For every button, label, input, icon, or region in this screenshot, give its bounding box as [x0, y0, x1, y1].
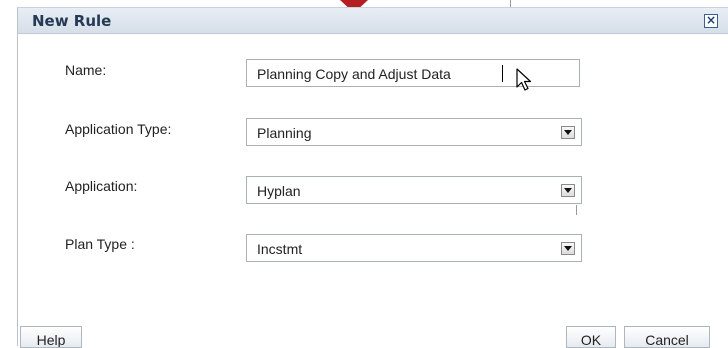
application-type-label: Application Type: [65, 121, 172, 137]
close-icon[interactable]: × [704, 14, 718, 28]
application-type-select[interactable]: Planning [246, 118, 582, 146]
application-label: Application: [65, 178, 138, 194]
application-select[interactable]: Hyplan [246, 176, 582, 204]
name-input-value: Planning Copy and Adjust Data [257, 66, 451, 82]
application-type-value: Planning [257, 125, 312, 141]
chevron-down-icon[interactable] [561, 242, 575, 255]
application-value: Hyplan [257, 183, 301, 199]
chevron-down-icon[interactable] [561, 184, 575, 197]
dialog-title: New Rule [32, 12, 112, 30]
chevron-down-icon[interactable] [561, 126, 575, 139]
background-divider-small [576, 205, 577, 215]
dialog-titlebar: New Rule × [18, 8, 728, 34]
plan-type-label: Plan Type : [65, 236, 135, 252]
text-caret [502, 65, 503, 82]
name-label: Name: [65, 62, 107, 78]
plan-type-value: Incstmt [257, 241, 303, 257]
plan-type-select[interactable]: Incstmt [246, 234, 582, 262]
new-rule-dialog: New Rule × Name: Planning Copy and Adjus… [17, 7, 728, 348]
mouse-pointer-icon [516, 68, 532, 91]
